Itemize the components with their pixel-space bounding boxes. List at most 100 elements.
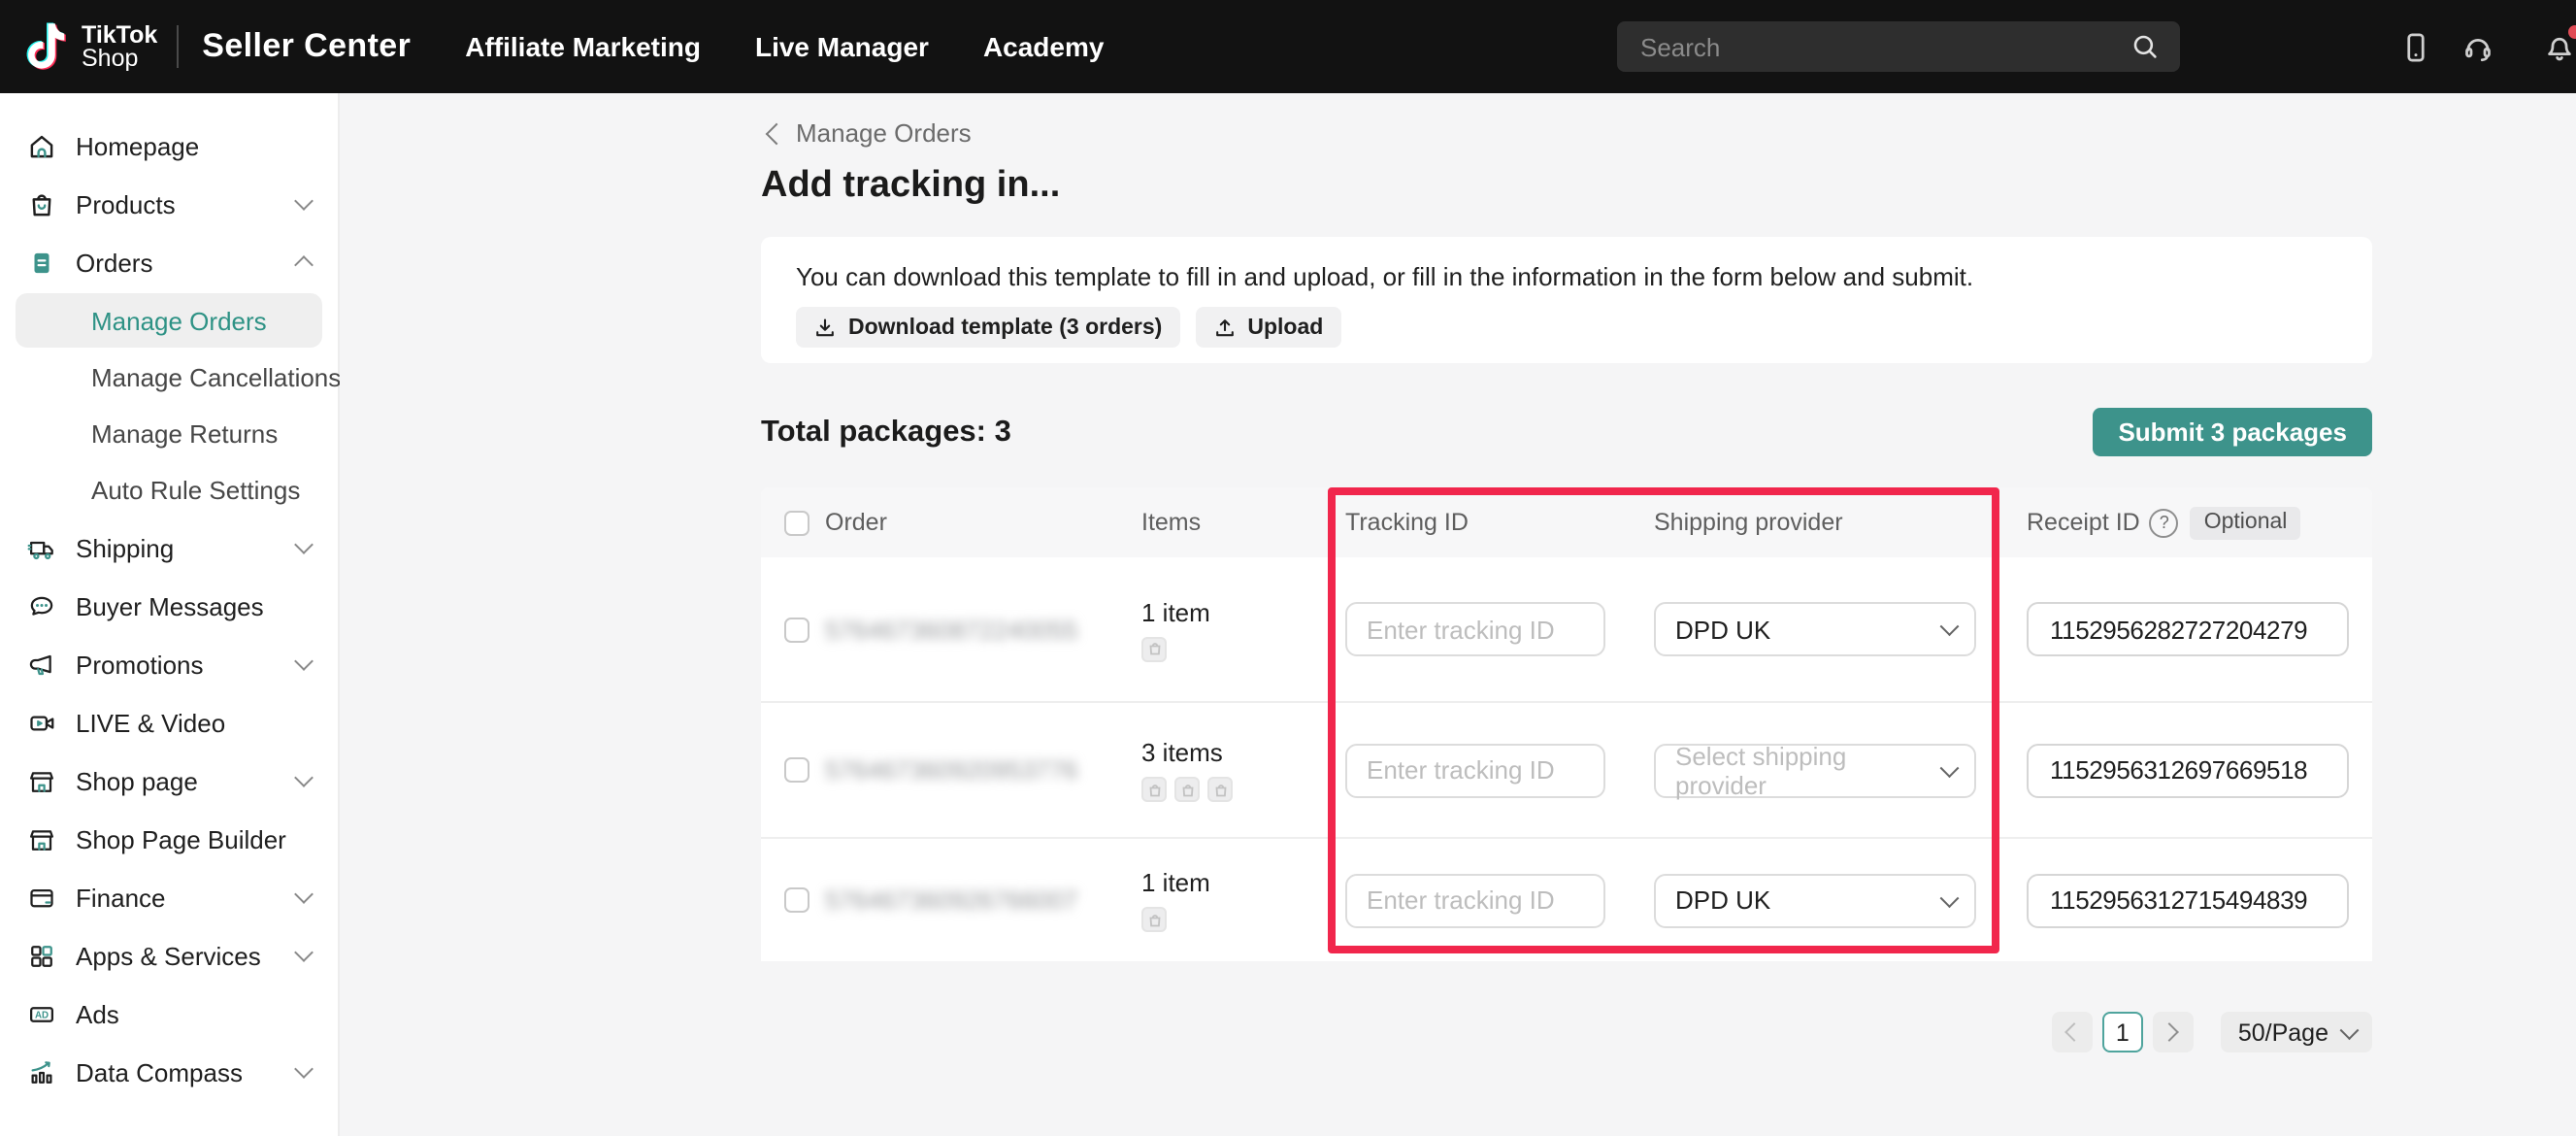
items-count-label: 1 item — [1141, 868, 1210, 897]
home-icon — [27, 131, 56, 160]
next-page-button[interactable] — [2153, 1012, 2194, 1052]
tracking-placeholder: Enter tracking ID — [1367, 615, 1555, 644]
sidebar-subitem-label: Manage Returns — [91, 418, 278, 448]
sidebar-item-buyer-messages[interactable]: Buyer Messages — [0, 577, 338, 635]
packages-table: Order Items Tracking ID Shipping provide… — [761, 487, 2372, 961]
notifications-bell-icon[interactable] — [2541, 29, 2576, 64]
download-button-label: Download template (3 orders) — [848, 316, 1162, 339]
product-thumbnail — [1141, 907, 1167, 932]
sidebar-item-products[interactable]: Products — [0, 175, 338, 233]
sidebar-item-live-video[interactable]: LIVE & Video — [0, 693, 338, 752]
nav-live-manager[interactable]: Live Manager — [755, 31, 929, 62]
row-checkbox[interactable] — [784, 617, 809, 642]
chevron-down-icon — [294, 535, 314, 554]
submit-button-label: Submit 3 packages — [2118, 418, 2347, 447]
upload-button[interactable]: Upload — [1195, 307, 1340, 348]
shipping-provider-select[interactable]: DPD UK — [1654, 873, 1976, 927]
total-packages-label: Total packages: 3 — [761, 415, 1011, 450]
tracking-placeholder: Enter tracking ID — [1367, 885, 1555, 915]
download-icon — [813, 316, 837, 339]
sidebar-item-label: LIVE & Video — [76, 708, 311, 737]
page-title: Add tracking in... — [761, 165, 2372, 208]
shipping-provider-select[interactable]: DPD UK — [1654, 602, 1976, 656]
prev-page-button[interactable] — [2052, 1012, 2093, 1052]
sidebar-item-label: Promotions — [76, 650, 297, 679]
support-headset-icon[interactable] — [2460, 29, 2494, 64]
info-text: You can download this template to fill i… — [796, 262, 2337, 291]
upload-button-label: Upload — [1247, 316, 1323, 339]
sidebar-item-promotions[interactable]: Promotions — [0, 635, 338, 693]
chevron-down-icon — [294, 1059, 314, 1079]
tiktok-shop-logo[interactable]: TikTok Shop — [25, 21, 157, 72]
product-thumbnail — [1141, 636, 1167, 661]
current-page-number: 1 — [2116, 1019, 2130, 1046]
sidebar-item-finance[interactable]: Finance — [0, 868, 338, 926]
sidebar-item-homepage[interactable]: Homepage — [0, 117, 338, 175]
sidebar-subitem-label: Auto Rule Settings — [91, 475, 300, 504]
item-thumbnails — [1141, 636, 1167, 661]
search-input[interactable]: Search — [1617, 21, 2180, 72]
receipt-id-input[interactable]: 1152956282727204279 — [2027, 602, 2349, 656]
top-bar: TikTok Shop Seller Center Affiliate Mark… — [0, 0, 2576, 93]
receipt-id-input[interactable]: 1152956312715494839 — [2027, 873, 2349, 927]
row-checkbox[interactable] — [784, 757, 809, 783]
chevron-down-icon — [294, 768, 314, 787]
seller-center-app: TikTok Shop Seller Center Affiliate Mark… — [0, 0, 2576, 1136]
column-receipt-id: Receipt ID — [2027, 509, 2140, 536]
tracking-id-input[interactable]: Enter tracking ID — [1345, 602, 1605, 656]
tracking-id-input[interactable]: Enter tracking ID — [1345, 743, 1605, 797]
page-size-value: 50/Page — [2238, 1019, 2328, 1046]
logo-line1: TikTok — [82, 23, 157, 47]
topbar-divider — [177, 25, 179, 68]
sidebar-item-auto-rule-settings[interactable]: Auto Rule Settings — [16, 462, 322, 517]
sidebar-item-shipping[interactable]: Shipping — [0, 518, 338, 577]
megaphone-icon — [27, 650, 56, 679]
sidebar-item-label: Products — [76, 189, 297, 218]
download-template-button[interactable]: Download template (3 orders) — [796, 307, 1179, 348]
page-size-select[interactable]: 50/Page — [2221, 1012, 2372, 1052]
product-thumbnail — [1141, 777, 1167, 802]
chevron-left-icon — [2065, 1022, 2085, 1042]
sidebar-item-shop-page-builder[interactable]: Shop Page Builder — [0, 810, 338, 868]
chevron-left-icon — [766, 122, 788, 145]
products-icon — [27, 189, 56, 218]
main-area: Manage Orders Add tracking in... You can… — [340, 93, 2576, 1136]
mobile-app-icon[interactable] — [2397, 29, 2432, 64]
receipt-id-value: 1152956312715494839 — [2050, 885, 2307, 915]
sidebar-item-orders[interactable]: Orders — [0, 233, 338, 291]
chat-icon — [27, 591, 56, 620]
sidebar-item-manage-orders[interactable]: Manage Orders — [16, 293, 322, 348]
row-checkbox[interactable] — [784, 887, 809, 913]
search-placeholder: Search — [1640, 32, 2130, 61]
chevron-down-icon — [1939, 618, 1957, 635]
product-thumbnail — [1207, 777, 1233, 802]
table-row: 576467360926766007 1 item — [761, 837, 2372, 961]
items-count-label: 1 item — [1141, 597, 1210, 626]
svg-text:AD: AD — [35, 1010, 49, 1020]
chevron-down-icon — [2339, 1020, 2357, 1038]
receipt-id-input[interactable]: 1152956312697669518 — [2027, 743, 2349, 797]
shipping-provider-value: DPD UK — [1675, 885, 1770, 915]
sidebar-item-ads[interactable]: AD Ads — [0, 985, 338, 1043]
sidebar-item-apps-services[interactable]: Apps & Services — [0, 926, 338, 985]
ad-icon: AD — [27, 999, 56, 1028]
sidebar-item-shop-page[interactable]: Shop page — [0, 752, 338, 810]
sidebar-item-data-compass[interactable]: Data Compass — [0, 1043, 338, 1101]
nav-affiliate-marketing[interactable]: Affiliate Marketing — [465, 31, 701, 62]
select-all-checkbox[interactable] — [784, 510, 809, 535]
chevron-down-icon — [1939, 888, 1957, 906]
tracking-id-input[interactable]: Enter tracking ID — [1345, 873, 1605, 927]
breadcrumb-back[interactable]: Manage Orders — [769, 118, 2372, 148]
sidebar-item-label: Apps & Services — [76, 941, 297, 970]
current-page-button[interactable]: 1 — [2102, 1012, 2143, 1052]
help-question-icon[interactable]: ? — [2150, 508, 2179, 537]
sidebar-item-manage-returns[interactable]: Manage Returns — [16, 406, 322, 460]
submit-packages-button[interactable]: Submit 3 packages — [2093, 408, 2372, 456]
chevron-down-icon — [294, 885, 314, 904]
shipping-provider-select[interactable]: Select shipping provider — [1654, 743, 1976, 797]
logo-line2: Shop — [82, 47, 157, 70]
template-info-card: You can download this template to fill i… — [761, 237, 2372, 363]
sidebar-item-manage-cancellations[interactable]: Manage Cancellations — [16, 350, 322, 404]
order-id-blurred: 576467360920953776 — [825, 755, 1077, 785]
nav-academy[interactable]: Academy — [983, 31, 1105, 62]
